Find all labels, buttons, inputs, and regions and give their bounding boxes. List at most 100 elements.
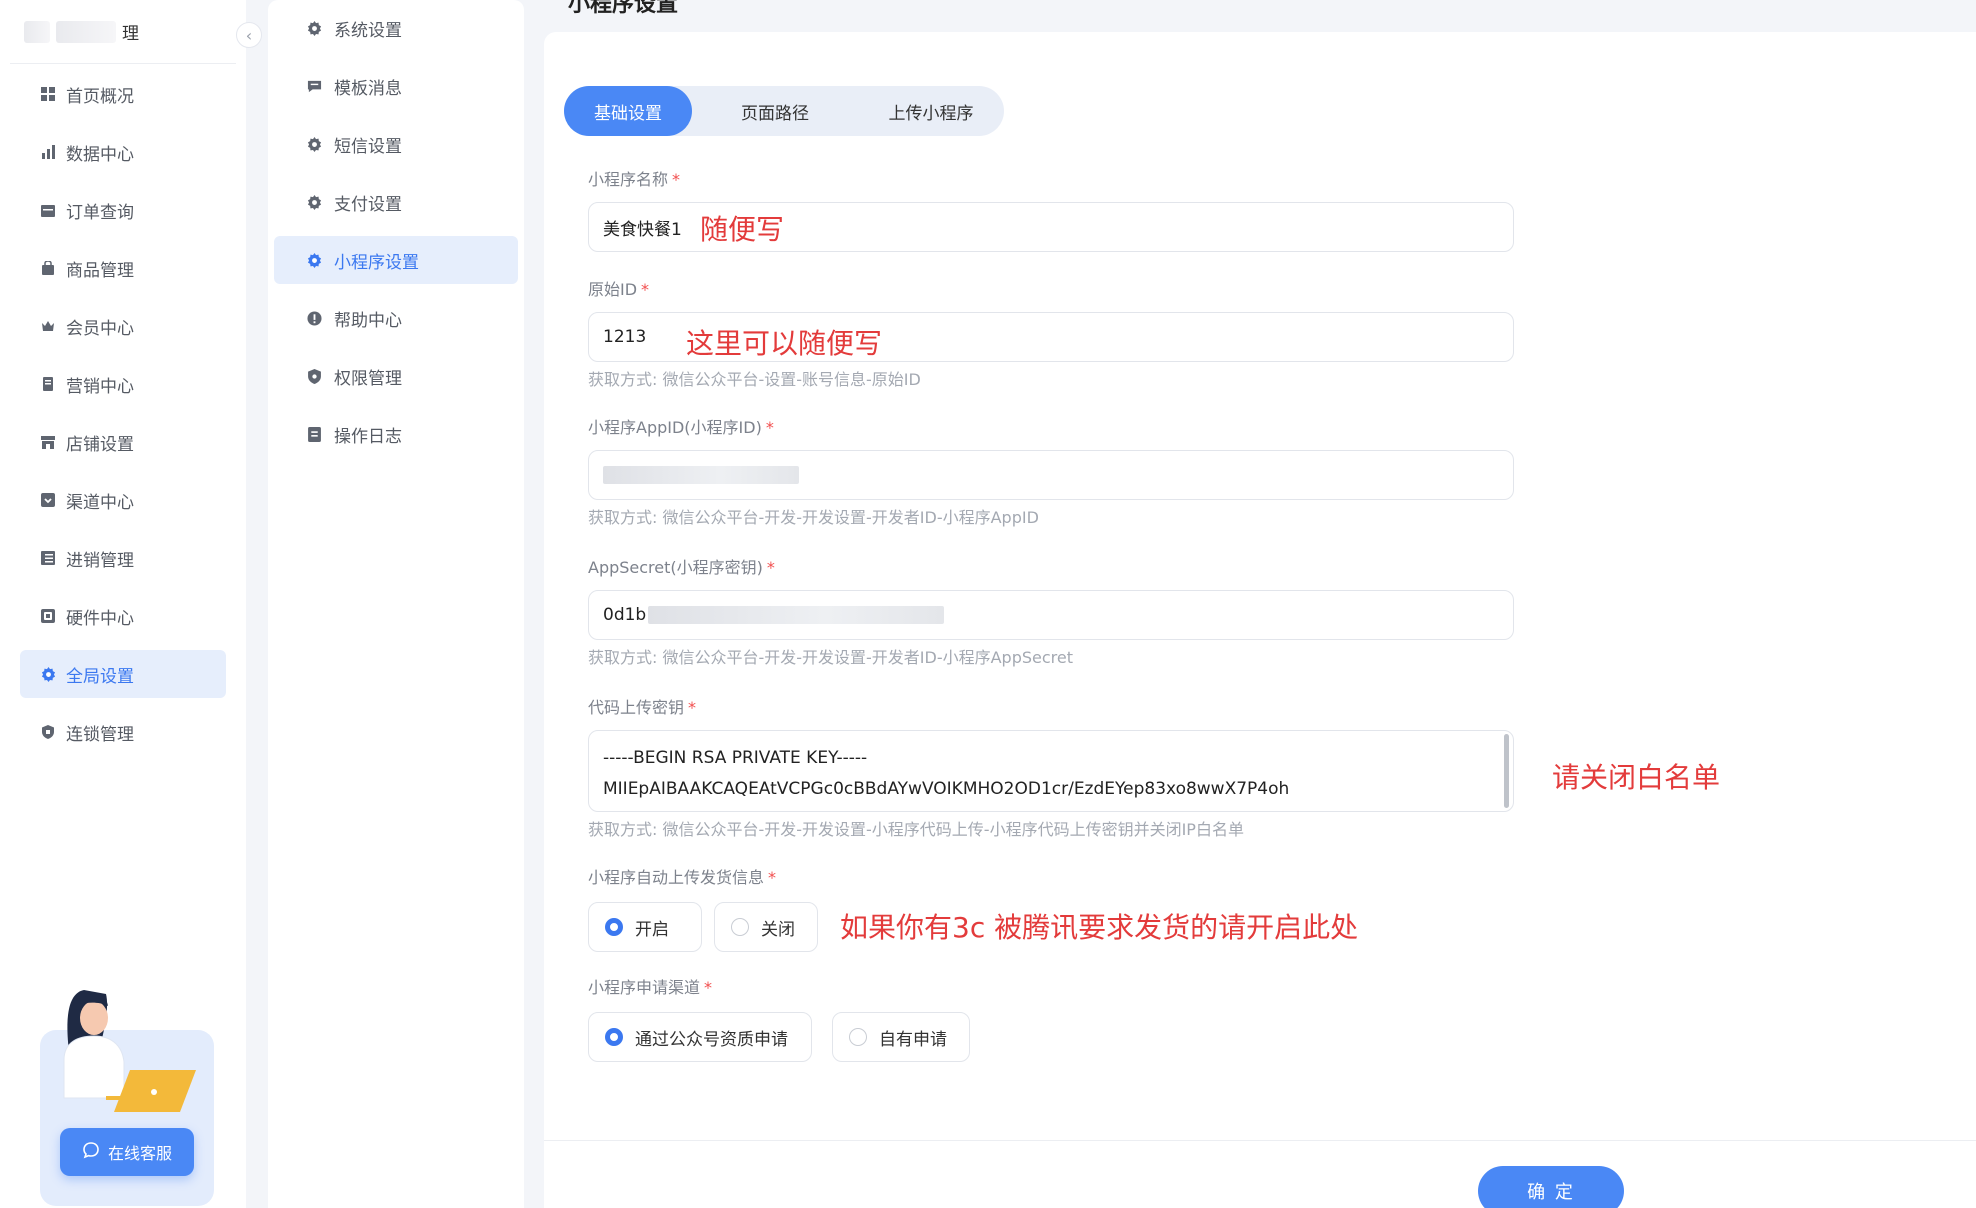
- brand-logo: [24, 20, 50, 43]
- nav-item-members[interactable]: 会员中心: [20, 302, 226, 350]
- subnav-item-payment[interactable]: 支付设置: [274, 178, 518, 226]
- appsecret-label: AppSecret(小程序密钥) *: [588, 558, 775, 577]
- gear-icon: [306, 20, 322, 36]
- nav-item-orders[interactable]: 订单查询: [20, 186, 226, 234]
- subnav-item-templates[interactable]: 模板消息: [274, 62, 518, 110]
- original-id-annotation: 这里可以随便写: [686, 327, 883, 360]
- required-mark: *: [641, 280, 650, 299]
- chat-bubble-icon: [82, 1141, 100, 1163]
- upload-key-line-2: MIIEpAIBAAKCAQEAtVCPGc0cBBdAYwVOIKMHO2OD…: [603, 779, 1290, 799]
- required-mark: *: [768, 868, 777, 887]
- brand-text: 理: [122, 24, 139, 44]
- confirm-button[interactable]: 确 定: [1478, 1166, 1624, 1208]
- subnav-label: 模板消息: [334, 78, 402, 99]
- auto-upload-off-option[interactable]: 关闭: [714, 902, 818, 952]
- nav-label: 硬件中心: [66, 608, 134, 629]
- nav-item-channels[interactable]: 渠道中心: [20, 476, 226, 524]
- auto-upload-annotation: 如果你有3c 被腾讯要求发货的请开启此处: [840, 911, 1359, 944]
- nav-label: 渠道中心: [66, 492, 134, 513]
- tab-basic-settings[interactable]: 基础设置: [564, 86, 692, 136]
- nav-item-products[interactable]: 商品管理: [20, 244, 226, 292]
- calendar-icon: [40, 202, 56, 218]
- upload-key-textarea[interactable]: -----BEGIN RSA PRIVATE KEY----- MIIEpAIB…: [588, 730, 1514, 812]
- required-mark: *: [672, 170, 681, 189]
- appid-hint: 获取方式: 微信公众平台-开发-开发设置-开发者ID-小程序AppID: [588, 508, 1039, 527]
- nav-label: 订单查询: [66, 202, 134, 223]
- channel-icon: [40, 492, 56, 508]
- settings-form-card: 基础设置 页面路径 上传小程序 小程序名称 * 美食快餐1 随便写 原始ID * 1…: [544, 32, 1976, 1208]
- upload-key-hint: 获取方式: 微信公众平台-开发-开发设置-小程序代码上传-小程序代码上传密钥并关…: [588, 820, 1244, 839]
- upload-key-annotation: 请关闭白名单: [1552, 761, 1721, 794]
- bar-chart-icon: [40, 144, 56, 160]
- radio-unselected-icon: [731, 918, 749, 936]
- tab-page-paths[interactable]: 页面路径: [692, 86, 858, 136]
- auto-upload-label: 小程序自动上传发货信息 *: [588, 868, 777, 887]
- redacted-value: [603, 466, 799, 484]
- footer-divider: [544, 1140, 1976, 1141]
- nav-item-overview[interactable]: 首页概况: [20, 70, 226, 118]
- info-icon: [306, 310, 322, 326]
- nav-item-store[interactable]: 店铺设置: [20, 418, 226, 466]
- nav-label: 商品管理: [66, 260, 134, 281]
- subnav-item-sms[interactable]: 短信设置: [274, 120, 518, 168]
- tab-upload-miniprogram[interactable]: 上传小程序: [858, 86, 1004, 136]
- gear-icon: [306, 194, 322, 210]
- subnav-label: 帮助中心: [334, 310, 402, 331]
- nav-item-data[interactable]: 数据中心: [20, 128, 226, 176]
- subnav-label: 系统设置: [334, 20, 402, 41]
- appsecret-input[interactable]: 0d1b: [588, 590, 1514, 640]
- grid-icon: [40, 86, 56, 102]
- subnav-item-miniprogram[interactable]: 小程序设置: [274, 236, 518, 284]
- radio-selected-icon: [605, 918, 623, 936]
- list-icon: [40, 550, 56, 566]
- subnav-item-permissions[interactable]: 权限管理: [274, 352, 518, 400]
- online-support-button[interactable]: 在线客服: [60, 1128, 194, 1176]
- nav-label: 店铺设置: [66, 434, 134, 455]
- subnav-label: 支付设置: [334, 194, 402, 215]
- nav-item-marketing[interactable]: 营销中心: [20, 360, 226, 408]
- upload-key-line-1: -----BEGIN RSA PRIVATE KEY-----: [603, 748, 868, 768]
- main-sidebar: 理 首页概况 数据中心 订单查询 商品管理 会员中心 营销中心 店铺设置 渠道中…: [0, 0, 246, 1208]
- gear-icon: [306, 252, 322, 268]
- subnav-label: 短信设置: [334, 136, 402, 157]
- chevron-left-icon: ‹: [245, 25, 253, 45]
- apply-channel-self-option[interactable]: 自有申请: [832, 1012, 970, 1062]
- appid-label: 小程序AppID(小程序ID) *: [588, 418, 774, 437]
- message-icon: [306, 78, 322, 94]
- subnav-label: 小程序设置: [334, 252, 419, 273]
- nav-label: 全局设置: [66, 666, 134, 687]
- subnav-item-help[interactable]: 帮助中心: [274, 294, 518, 342]
- nav-item-inventory[interactable]: 进销管理: [20, 534, 226, 582]
- nav-item-chain[interactable]: 连锁管理: [20, 708, 226, 756]
- radio-unselected-icon: [849, 1028, 867, 1046]
- upload-key-label: 代码上传密钥 *: [588, 698, 697, 717]
- nav-label: 会员中心: [66, 318, 134, 339]
- nav-item-global-settings[interactable]: 全局设置: [20, 650, 226, 698]
- appsecret-hint: 获取方式: 微信公众平台-开发-开发设置-开发者ID-小程序AppSecret: [588, 648, 1074, 667]
- subnav-label: 权限管理: [334, 368, 402, 389]
- required-mark: *: [704, 978, 713, 997]
- collapse-sidebar-button[interactable]: ‹: [236, 22, 262, 48]
- main-nav: 首页概况 数据中心 订单查询 商品管理 会员中心 营销中心 店铺设置 渠道中心 …: [0, 70, 246, 756]
- nav-item-hardware[interactable]: 硬件中心: [20, 592, 226, 640]
- subnav-item-logs[interactable]: 操作日志: [274, 410, 518, 458]
- textarea-scrollbar[interactable]: [1504, 734, 1509, 808]
- support-illustration: [63, 990, 196, 1112]
- subnav-item-system[interactable]: 系统设置: [274, 4, 518, 52]
- nav-label: 首页概况: [66, 86, 134, 107]
- appid-input[interactable]: [588, 450, 1514, 500]
- device-icon: [40, 608, 56, 624]
- nav-label: 进销管理: [66, 550, 134, 571]
- settings-tabs: 基础设置 页面路径 上传小程序: [564, 86, 1004, 136]
- apply-channel-official-option[interactable]: 通过公众号资质申请: [588, 1012, 812, 1062]
- original-id-label: 原始ID *: [588, 280, 650, 299]
- store-icon: [40, 434, 56, 450]
- radio-selected-icon: [605, 1028, 623, 1046]
- brand-header: 理: [10, 0, 236, 64]
- bag-icon: [40, 260, 56, 276]
- gear-icon: [306, 136, 322, 152]
- shield-icon: [40, 724, 56, 740]
- auto-upload-on-option[interactable]: 开启: [588, 902, 702, 952]
- shield-icon: [306, 368, 322, 384]
- brand-name-blurred: [56, 20, 116, 43]
